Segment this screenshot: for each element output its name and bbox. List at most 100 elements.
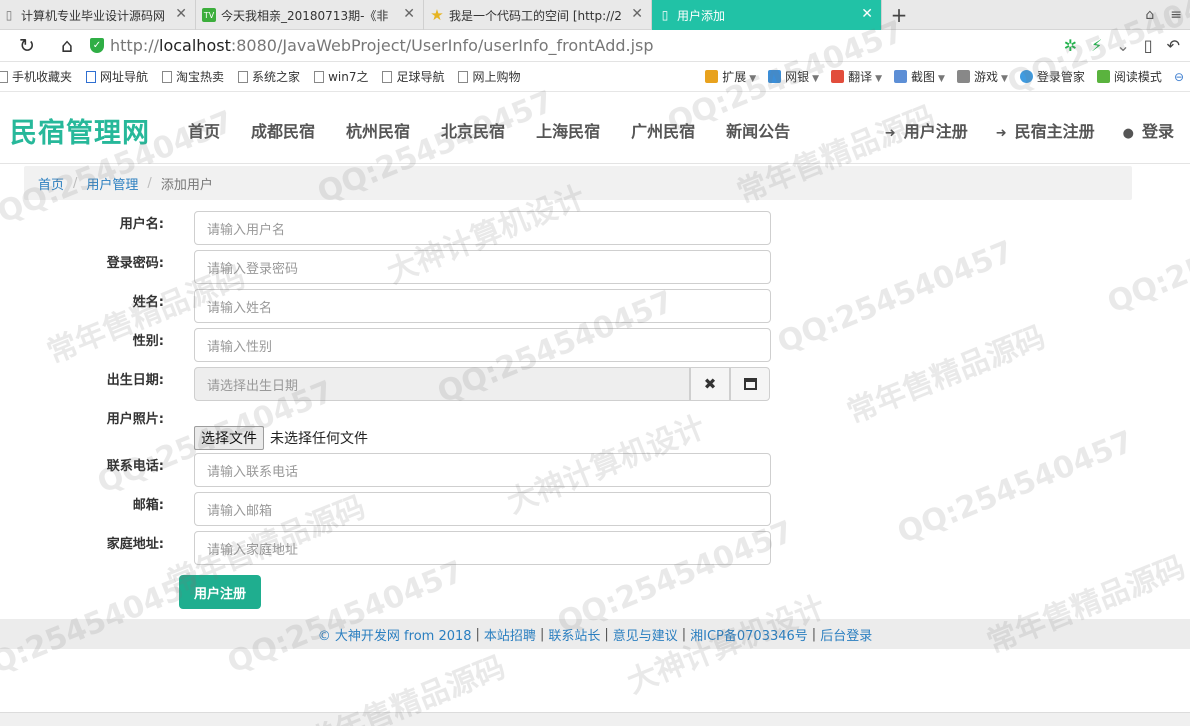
- nav-guangzhou[interactable]: 广州民宿: [631, 118, 695, 142]
- breadcrumb-separator: /: [73, 175, 78, 191]
- watermark: 常年售精品源码: [842, 319, 1051, 431]
- tab-label: 计算机专业毕业设计源码网: [21, 8, 166, 23]
- phone-input[interactable]: 请输入联系电话: [194, 453, 771, 487]
- password-input[interactable]: 请输入登录密码: [194, 250, 771, 284]
- nav-beijing[interactable]: 北京民宿: [441, 118, 505, 142]
- footer-link-jobs[interactable]: 本站招聘: [484, 625, 536, 644]
- file-status: 未选择任何文件: [270, 431, 368, 447]
- nav-chengdu[interactable]: 成都民宿: [251, 118, 315, 142]
- photo-file-input: 选择文件 未选择任何文件: [194, 426, 368, 450]
- username-label: 用户名:: [119, 217, 164, 232]
- browser-tab-1[interactable]: ▯ 计算机专业毕业设计源码网 ✕: [0, 0, 196, 30]
- password-label: 登录密码:: [106, 256, 164, 271]
- gender-input[interactable]: 请输入性别: [194, 328, 771, 362]
- breadcrumb: 首页 / 用户管理 / 添加用户: [24, 166, 1132, 200]
- login-link[interactable]: ● 登录: [1123, 118, 1174, 142]
- games-button[interactable]: 游戏 ▼: [956, 68, 1008, 85]
- nav-hangzhou[interactable]: 杭州民宿: [346, 118, 410, 142]
- page-icon: [458, 70, 469, 83]
- bookmark-taobao[interactable]: 淘宝热卖: [162, 68, 224, 85]
- bookmark-shopping[interactable]: 网上购物: [458, 68, 520, 85]
- watermark: QQ:254540457: [772, 234, 1019, 361]
- menu-icon[interactable]: ≡: [1170, 7, 1182, 23]
- user-register-link[interactable]: ➜ 用户注册: [885, 118, 968, 142]
- reload-icon[interactable]: ↻: [12, 31, 42, 61]
- email-label: 邮箱:: [132, 498, 164, 513]
- breadcrumb-user-management[interactable]: 用户管理: [86, 174, 138, 193]
- clear-icon[interactable]: ✖: [690, 367, 730, 401]
- nav-shanghai[interactable]: 上海民宿: [536, 118, 600, 142]
- site-footer: © 大神开发网 from 2018 | 本站招聘 | 联系站长 | 意见与建议 | 湘I…: [0, 619, 1190, 649]
- email-input[interactable]: 请输入邮箱: [194, 492, 771, 526]
- browser-status-bar: [0, 712, 1190, 726]
- bank-button[interactable]: 网银 ▼: [768, 68, 819, 85]
- site-logo[interactable]: 民宿管理网: [10, 111, 150, 150]
- nav-news[interactable]: 新闻公告: [726, 118, 790, 142]
- shirt-icon[interactable]: ⌂: [1145, 7, 1154, 23]
- page-icon: [314, 70, 325, 83]
- footer-link-icp[interactable]: 湘ICP备0703346号: [690, 625, 808, 644]
- footer-copyright: © 大神开发网 from 2018: [317, 628, 472, 644]
- birth-date-input[interactable]: 请选择出生日期: [194, 367, 690, 401]
- host-register-link[interactable]: ➜ 民宿主注册: [996, 118, 1095, 142]
- browser-tab-active[interactable]: ▯ 用户添加 ✕: [652, 0, 882, 30]
- browser-tab-3[interactable]: ★ 我是一个代码工的空间 [http://2 ✕: [424, 0, 652, 30]
- close-icon[interactable]: ✕: [175, 7, 187, 21]
- username-input[interactable]: 请输入用户名: [194, 211, 771, 245]
- key-icon: [1019, 70, 1033, 83]
- phone-icon[interactable]: ▯: [1144, 36, 1153, 55]
- sign-in-icon: ➜: [995, 126, 1007, 141]
- footer-link-contact[interactable]: 联系站长: [548, 625, 600, 644]
- close-icon[interactable]: ✕: [631, 7, 643, 21]
- page-icon: ▯: [5, 8, 13, 22]
- watermark: QQ:254540457: [222, 554, 469, 681]
- address-input[interactable]: 请输入家庭地址: [194, 531, 771, 565]
- bookmark-mobile[interactable]: 手机收藏夹: [0, 68, 72, 85]
- screenshot-button[interactable]: 截图 ▼: [894, 68, 945, 85]
- calendar-icon[interactable]: [730, 367, 770, 401]
- new-tab-button[interactable]: +: [882, 0, 916, 29]
- close-icon[interactable]: ✕: [861, 7, 873, 21]
- browser-tab-bar: ▯ 计算机专业毕业设计源码网 ✕ TV 今天我相亲_20180713期-《非 ✕…: [0, 0, 1190, 30]
- url-host: localhost: [159, 36, 231, 55]
- breadcrumb-home[interactable]: 首页: [38, 174, 64, 193]
- folder-icon: [0, 70, 8, 83]
- site-header: 民宿管理网 首页 成都民宿 杭州民宿 北京民宿 上海民宿 广州民宿 新闻公告 ➜…: [0, 92, 1190, 164]
- page-icon: [162, 70, 173, 83]
- minus-circle-icon[interactable]: ⊖: [1174, 70, 1184, 84]
- main-nav: 首页 成都民宿 杭州民宿 北京民宿 上海民宿 广州民宿 新闻公告: [188, 118, 790, 142]
- url-scheme: http://: [110, 36, 160, 55]
- footer-link-admin-login[interactable]: 后台登录: [820, 625, 872, 644]
- close-icon[interactable]: ✕: [403, 7, 415, 21]
- bookmark-nav[interactable]: 网址导航: [86, 68, 148, 85]
- login-manager-button[interactable]: 登录管家: [1019, 68, 1085, 85]
- extension-button[interactable]: 扩展 ▼: [705, 68, 756, 85]
- bookmark-system[interactable]: 系统之家: [238, 68, 300, 85]
- bookmark-football[interactable]: 足球导航: [382, 68, 444, 85]
- nav-home[interactable]: 首页: [188, 118, 220, 142]
- breadcrumb-current: 添加用户: [160, 177, 213, 193]
- user-nav: ➜ 用户注册 ➜ 民宿主注册 ● 登录: [885, 118, 1174, 142]
- page-icon: [382, 70, 393, 83]
- tab-label: 我是一个代码工的空间 [http://2: [449, 8, 622, 23]
- choose-file-button[interactable]: 选择文件: [194, 426, 264, 450]
- lightning-icon[interactable]: ⚡: [1091, 36, 1102, 55]
- bookmarks-bar: 手机收藏夹 网址导航 淘宝热卖 系统之家 win7之 足球导航 网上购物 扩展 ▼…: [0, 62, 1190, 92]
- url-field[interactable]: ✓ http://localhost:8080/JavaWebProject/U…: [90, 36, 1030, 55]
- address-bar-actions: ✲ ⚡ ⌄ ▯ ↶: [1064, 36, 1190, 55]
- chevron-down-icon[interactable]: ⌄: [1116, 36, 1129, 55]
- tab-label: 用户添加: [677, 8, 726, 23]
- browser-tab-2[interactable]: TV 今天我相亲_20180713期-《非 ✕: [196, 0, 424, 30]
- phone-label: 联系电话:: [106, 459, 164, 474]
- bookmark-win7[interactable]: win7之: [314, 68, 368, 85]
- name-input[interactable]: 请输入姓名: [194, 289, 771, 323]
- name-label: 姓名:: [132, 295, 164, 310]
- register-button[interactable]: 用户注册: [179, 575, 261, 609]
- footer-link-feedback[interactable]: 意见与建议: [613, 625, 678, 644]
- user-icon: ●: [1122, 126, 1134, 141]
- home-icon[interactable]: ⌂: [52, 31, 82, 61]
- translate-button[interactable]: 翻译 ▼: [831, 68, 882, 85]
- reading-mode-button[interactable]: 阅读模式: [1096, 68, 1162, 85]
- toolbar-right: 扩展 ▼ 网银 ▼ 翻译 ▼ 截图 ▼ 游戏 ▼ 登录管家 阅读模式 ⊖: [705, 68, 1190, 85]
- undo-icon[interactable]: ↶: [1167, 36, 1180, 55]
